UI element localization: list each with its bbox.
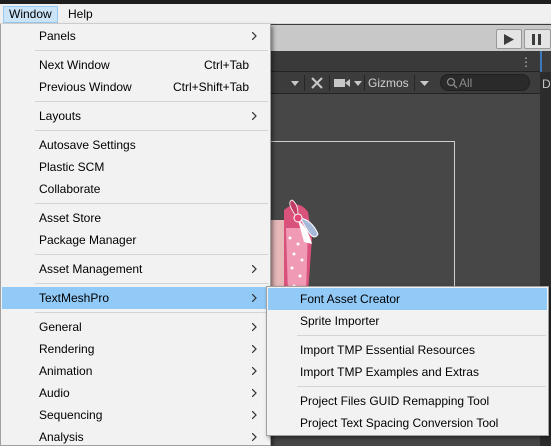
pause-icon: [532, 34, 541, 45]
textmeshpro-submenu: Font Asset Creator Sprite Importer Impor…: [266, 286, 549, 436]
play-icon: [504, 34, 514, 45]
gizmos-button[interactable]: Gizmos: [368, 74, 409, 92]
menu-help[interactable]: Help: [63, 6, 98, 23]
menu-item-animation[interactable]: Animation: [2, 360, 269, 382]
scene-search-input[interactable]: All: [440, 74, 530, 91]
chevron-right-icon: [252, 32, 257, 40]
menu-item-audio[interactable]: Audio: [2, 382, 269, 404]
menu-item-sequencing[interactable]: Sequencing: [2, 404, 269, 426]
gizmos-dropdown-icon[interactable]: [420, 74, 430, 92]
camera-icon[interactable]: [334, 74, 362, 92]
chevron-right-icon: [252, 294, 257, 302]
menu-item-collaborate[interactable]: Collaborate: [2, 178, 269, 200]
pause-button[interactable]: [524, 29, 551, 49]
menu-item-text-spacing-conversion-tool[interactable]: Project Text Spacing Conversion Tool: [268, 412, 547, 434]
menu-item-plastic-scm[interactable]: Plastic SCM: [2, 156, 269, 178]
menu-item-panels[interactable]: Panels: [2, 25, 269, 47]
inspector-tab[interactable]: [540, 51, 551, 72]
window-menu: Panels Next Window Ctrl+Tab Previous Win…: [0, 24, 271, 446]
menu-window[interactable]: Window: [3, 6, 58, 23]
menu-item-sprite-importer[interactable]: Sprite Importer: [268, 310, 547, 332]
tools-icon[interactable]: [310, 74, 324, 92]
chevron-right-icon: [252, 323, 257, 331]
chevron-right-icon: [252, 367, 257, 375]
panel-options-icon[interactable]: ⋮: [520, 56, 532, 68]
character-sprite: [270, 199, 319, 298]
chevron-right-icon: [252, 389, 257, 397]
shortcut-label: Ctrl+Shift+Tab: [172, 80, 249, 94]
menu-item-asset-store[interactable]: Asset Store: [2, 207, 269, 229]
chevron-right-icon: [252, 112, 257, 120]
menu-item-analysis[interactable]: Analysis: [2, 426, 269, 446]
menu-item-general[interactable]: General: [2, 316, 269, 338]
menu-item-next-window[interactable]: Next Window Ctrl+Tab: [2, 54, 269, 76]
menu-item-package-manager[interactable]: Package Manager: [2, 229, 269, 251]
menubar: Window Help: [0, 4, 551, 24]
menu-item-guid-remapping-tool[interactable]: Project Files GUID Remapping Tool: [268, 390, 547, 412]
inspector-tab-label: D: [542, 77, 551, 91]
chevron-right-icon: [252, 433, 257, 441]
shortcut-label: Ctrl+Tab: [203, 58, 249, 72]
chevron-right-icon: [252, 345, 257, 353]
search-icon: [446, 77, 458, 89]
menu-item-autosave-settings[interactable]: Autosave Settings: [2, 134, 269, 156]
menu-item-font-asset-creator[interactable]: Font Asset Creator: [268, 288, 547, 310]
chevron-down-icon[interactable]: [291, 74, 301, 92]
search-placeholder: All: [459, 76, 473, 90]
menu-item-import-tmp-examples[interactable]: Import TMP Examples and Extras: [268, 361, 547, 383]
menu-item-asset-management[interactable]: Asset Management: [2, 258, 269, 280]
unity-editor-window: Window Help ⋮ Gizmos All D Panels Next W…: [0, 0, 551, 446]
menu-item-rendering[interactable]: Rendering: [2, 338, 269, 360]
chevron-right-icon: [252, 265, 257, 273]
chevron-right-icon: [252, 411, 257, 419]
menu-item-layouts[interactable]: Layouts: [2, 105, 269, 127]
menu-item-import-tmp-essential-resources[interactable]: Import TMP Essential Resources: [268, 339, 547, 361]
menu-item-previous-window[interactable]: Previous Window Ctrl+Shift+Tab: [2, 76, 269, 98]
menu-item-textmeshpro[interactable]: TextMeshPro: [2, 287, 269, 309]
play-button[interactable]: [496, 29, 522, 49]
